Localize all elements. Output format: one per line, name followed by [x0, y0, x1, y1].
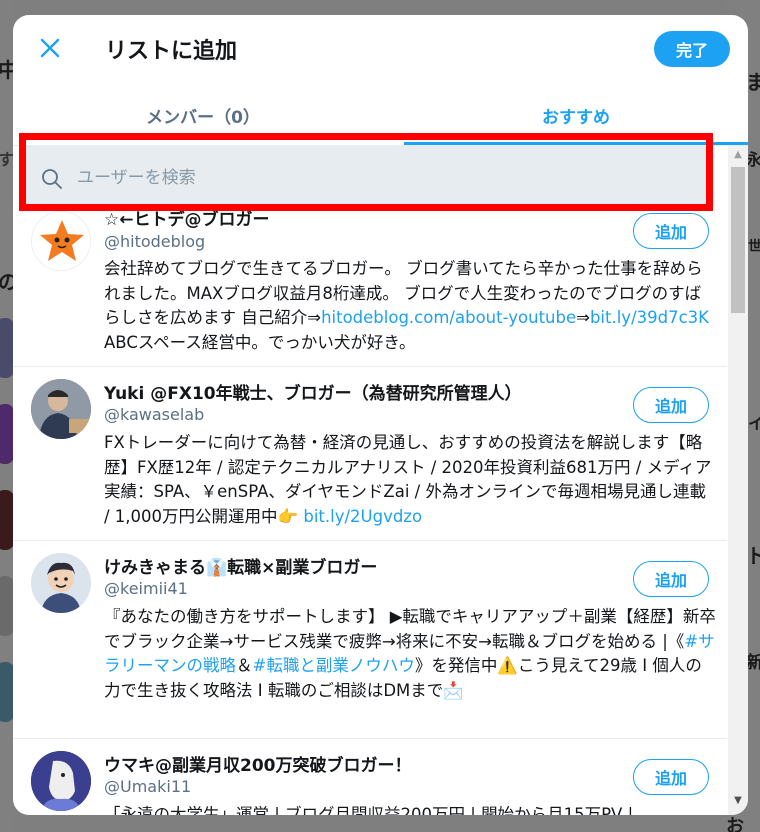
bio-text: ⇒: [576, 308, 590, 327]
background-glyph: ト: [746, 544, 760, 568]
avatar[interactable]: [31, 379, 91, 439]
tab-bar: メンバー（0） おすすめ: [13, 87, 748, 145]
done-button[interactable]: 完了: [654, 31, 730, 67]
add-button[interactable]: 追加: [633, 561, 709, 597]
user-handle[interactable]: @hitodeblog: [104, 232, 205, 251]
background-glyph: す: [0, 150, 15, 169]
user-list: ☆←ヒトデ@ブロガー @hitodeblog 追加 会社辞めてブログで生きてるブ…: [13, 211, 727, 815]
background-thumb-5: [0, 662, 14, 722]
user-name[interactable]: けみきゃまる👔転職×副業ブロガー: [104, 553, 377, 578]
user-bio: 「永遠の大学生」運営 | ブログ月間収益200万円 | 開始から月15万PV |: [104, 803, 716, 815]
background-glyph: イ: [748, 414, 760, 433]
scroll-up-arrow-icon[interactable]: ▲: [728, 149, 748, 165]
modal-header: リストに追加 完了: [13, 15, 748, 85]
user-name[interactable]: ウマキ@副業月収200万突破ブロガー！: [104, 751, 412, 776]
list-item[interactable]: Yuki @FX10年戦士、ブロガー（為替研究所管理人） @kawaselab …: [13, 367, 727, 541]
star-character-avatar-icon: [32, 212, 90, 270]
search-icon: [42, 169, 62, 189]
user-bio: 会社辞めてブログで生きてるブロガー。 ブログ書いてたら辛かった仕事を辞められまし…: [104, 257, 716, 355]
bio-text: ＆: [236, 656, 253, 675]
search-input[interactable]: [77, 158, 697, 198]
horse-mask-avatar-icon: [31, 751, 91, 811]
tab-members[interactable]: メンバー（0）: [13, 87, 393, 143]
bio-link[interactable]: hitodeblog.com/about-youtube: [321, 308, 576, 327]
scroll-down-arrow-icon[interactable]: ▼: [728, 795, 748, 811]
bio-text: 『あなたの働き方をサポートします】 ▶転職でキャリアアップ＋副業【経歴】新卒でブ…: [104, 607, 716, 651]
background-glyph: 永: [746, 150, 760, 169]
modal-title: リストに追加: [105, 39, 238, 64]
user-bio: 『あなたの働き方をサポートします】 ▶転職でキャリアアップ＋副業【経歴】新卒でブ…: [104, 605, 716, 703]
background-thumb-3: [0, 490, 14, 550]
bio-text: 「永遠の大学生」運営 | ブログ月間収益200万円 | 開始から月15万PV |: [104, 805, 634, 815]
user-handle[interactable]: @Umaki11: [104, 777, 191, 796]
search-bar: [21, 146, 711, 210]
background-thumb-2: [0, 404, 14, 464]
bio-link[interactable]: bit.ly/39d7c3K: [590, 308, 709, 327]
avatar[interactable]: [31, 751, 91, 811]
add-button[interactable]: 追加: [633, 387, 709, 423]
user-name[interactable]: ☆←ヒトデ@ブロガー: [104, 211, 269, 230]
background-glyph: 世: [748, 239, 760, 255]
add-button[interactable]: 追加: [633, 213, 709, 249]
user-name[interactable]: Yuki @FX10年戦士、ブロガー（為替研究所管理人）: [104, 379, 522, 404]
background-thumb-4: [0, 576, 14, 636]
bio-text: ABCスペース経営中。でっかい犬が好き。: [104, 332, 416, 352]
avatar[interactable]: [31, 553, 91, 613]
background-glyph: 新: [746, 653, 760, 673]
background-glyph: お: [726, 816, 744, 832]
background-glyph: ま: [746, 70, 760, 94]
list-item[interactable]: ☆←ヒトデ@ブロガー @hitodeblog 追加 会社辞めてブログで生きてるブ…: [13, 211, 727, 367]
person-photo-avatar-icon: [31, 379, 91, 439]
list-item[interactable]: ウマキ@副業月収200万突破ブロガー！ @Umaki11 追加 「永遠の大学生」…: [13, 739, 727, 815]
bio-link[interactable]: bit.ly/2Ugvdzo: [303, 507, 422, 526]
user-handle[interactable]: @keimii41: [104, 579, 188, 598]
user-handle[interactable]: @kawaselab: [104, 405, 204, 424]
scrollbar-thumb[interactable]: [731, 167, 745, 313]
close-icon: [40, 38, 60, 58]
add-button[interactable]: 追加: [633, 759, 709, 795]
cartoon-man-avatar-icon: [31, 553, 91, 613]
user-bio: FXトレーダーに向けて為替・経済の見通し、おすすめの投資法を解説します【略歴】F…: [104, 431, 716, 529]
hashtag-link[interactable]: #転職と副業ノウハウ: [253, 656, 415, 675]
tab-recommended[interactable]: おすすめ: [404, 87, 748, 143]
list-item[interactable]: けみきゃまる👔転職×副業ブロガー @keimii41 追加 『あなたの働き方をサ…: [13, 541, 727, 739]
background-thumb-1: [0, 318, 14, 378]
avatar[interactable]: [31, 211, 91, 271]
close-button[interactable]: [35, 33, 65, 63]
add-to-list-modal: リストに追加 完了 メンバー（0） おすすめ ☆←ヒトデ@ブロガー: [13, 15, 748, 815]
